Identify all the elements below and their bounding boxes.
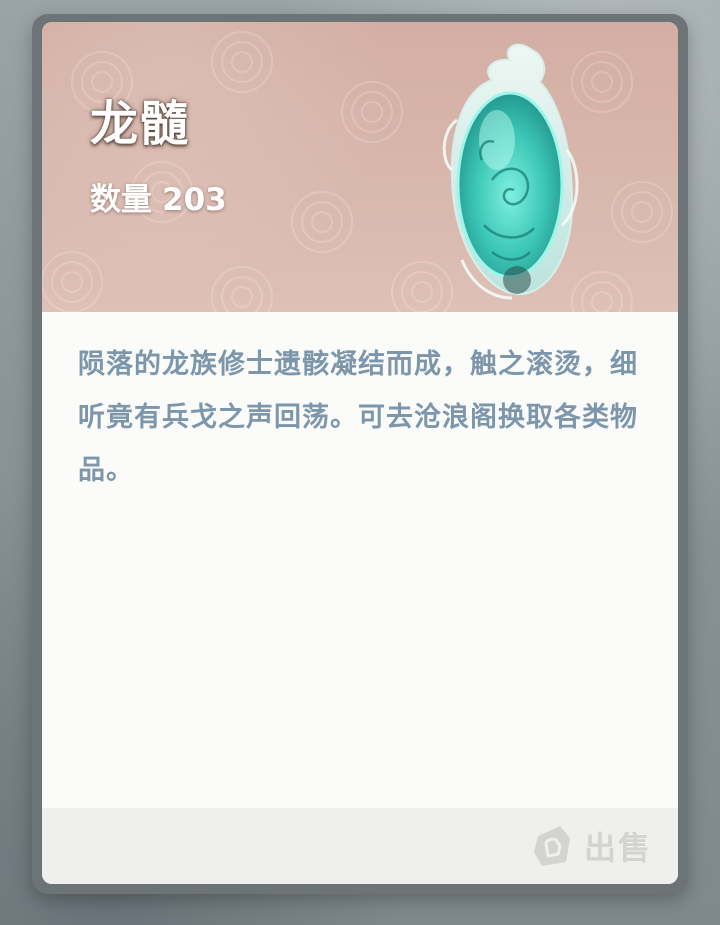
sell-button-label: 出售: [583, 829, 652, 867]
quantity-label: 数量: [90, 182, 152, 218]
quantity-value: 203: [162, 182, 227, 218]
jade-dragon-pendant-icon: [442, 43, 579, 300]
item-quantity: 数量 203: [90, 174, 237, 219]
item-detail-card: 龙髓 数量 203 陨落的龙族修士遗骸凝结而成，触之滚烫，细听竟有兵戈之声回荡。…: [42, 22, 678, 884]
sell-button[interactable]: 出售: [530, 818, 652, 874]
action-bar: 出售: [42, 808, 678, 884]
item-description: 陨落的龙族修士遗骸凝结而成，触之滚烫，细听竟有兵戈之声回荡。可去沧浪阁换取各类物…: [78, 349, 638, 486]
sell-tag-icon: [533, 826, 570, 866]
item-header: 龙髓 数量 203: [42, 22, 678, 312]
item-name: 龙髓: [90, 96, 191, 152]
